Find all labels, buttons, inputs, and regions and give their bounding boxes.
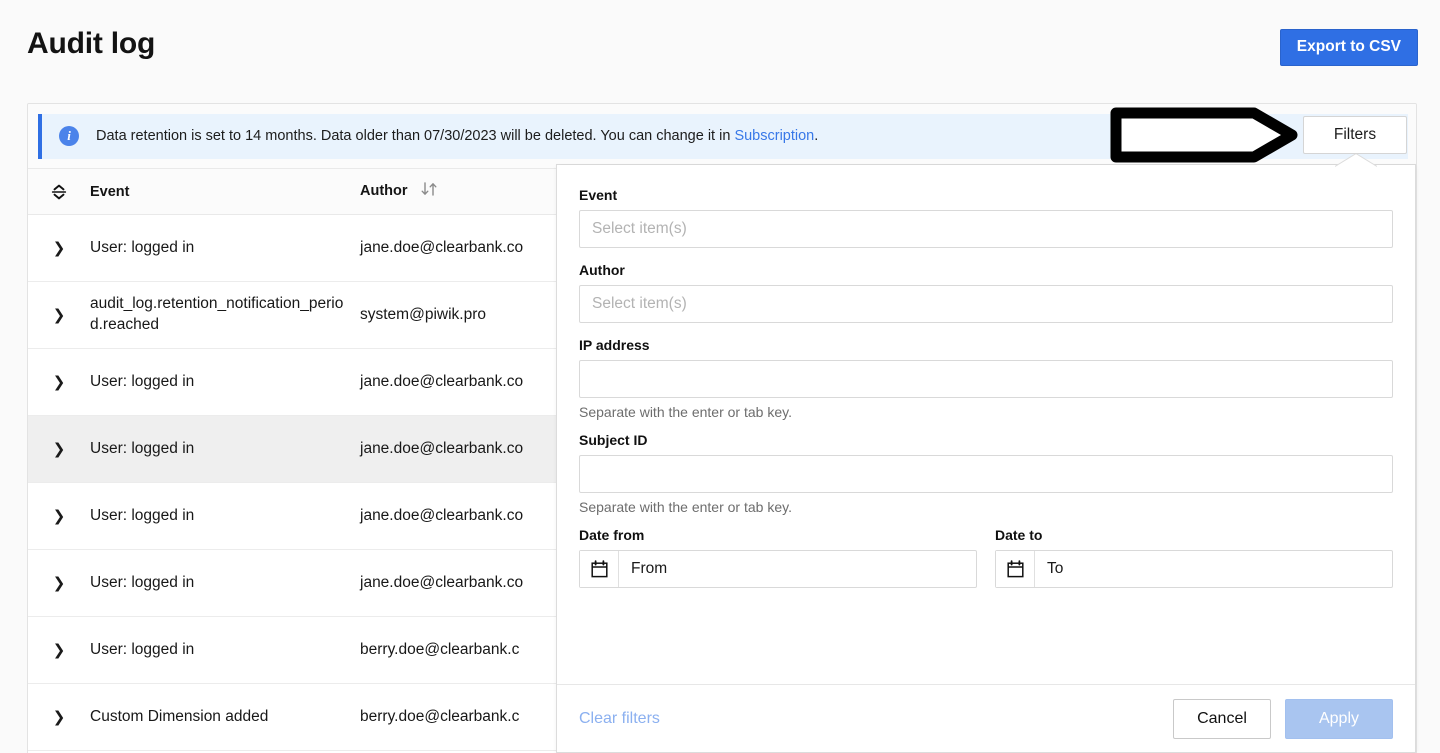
date-range-row: Date from Dat	[579, 527, 1393, 588]
cell-author-text: berry.doe@clearbank.c	[360, 640, 520, 658]
column-header-author-label: Author	[360, 183, 408, 199]
subscription-link[interactable]: Subscription	[734, 128, 814, 144]
clear-filters-button[interactable]: Clear filters	[579, 710, 660, 728]
date-to-calendar-button[interactable]	[996, 551, 1035, 587]
filters-panel-footer: Clear filters Cancel Apply	[557, 684, 1415, 752]
cell-author-text: jane.doe@clearbank.co	[360, 573, 524, 591]
cell-event-text: audit_log.retention_notification_period.…	[90, 295, 344, 333]
cell-event: User: logged in	[90, 439, 360, 460]
row-expand-toggle[interactable]: ❯	[28, 507, 90, 525]
chevron-right-icon: ❯	[52, 574, 66, 592]
cell-event: User: logged in	[90, 573, 360, 594]
field-date-from-label: Date from	[579, 527, 645, 543]
author-select-input[interactable]	[579, 285, 1393, 323]
calendar-icon	[590, 560, 608, 578]
retention-banner-text-after: .	[814, 128, 819, 144]
date-to-wrapper	[995, 550, 1393, 588]
cell-event-text: Custom Dimension added	[90, 707, 269, 725]
page-header: Audit log Export to CSV	[0, 0, 1440, 96]
cell-event-text: User: logged in	[90, 573, 195, 591]
cell-event: audit_log.retention_notification_period.…	[90, 294, 360, 336]
field-ip-address: IP address Separate with the enter or ta…	[579, 337, 1393, 420]
field-date-from: Date from	[579, 527, 977, 588]
column-header-event-label: Event	[90, 183, 130, 200]
retention-banner: i Data retention is set to 14 months. Da…	[38, 113, 1408, 159]
cell-author-text: system@piwik.pro	[360, 305, 486, 323]
cell-event-text: User: logged in	[90, 439, 195, 457]
row-expand-toggle[interactable]: ❯	[28, 373, 90, 391]
panel-pointer-triangle	[1335, 153, 1377, 167]
field-date-to: Date to	[995, 527, 1393, 588]
chevron-right-icon: ❯	[52, 239, 66, 257]
filters-panel-body: Event Author IP address Separate with th…	[557, 165, 1415, 588]
row-expand-toggle[interactable]: ❯	[28, 708, 90, 726]
cell-event: User: logged in	[90, 506, 360, 527]
date-from-calendar-button[interactable]	[580, 551, 619, 587]
cell-event-text: User: logged in	[90, 372, 195, 390]
retention-banner-wrapper: i Data retention is set to 14 months. Da…	[28, 104, 1416, 168]
cell-author-text: jane.doe@clearbank.co	[360, 439, 524, 457]
date-from-wrapper	[579, 550, 977, 588]
page-title: Audit log	[27, 27, 156, 60]
sort-arrows-icon[interactable]	[420, 182, 442, 201]
field-date-to-label: Date to	[995, 527, 1043, 543]
chevron-right-icon: ❯	[52, 708, 66, 726]
chevron-right-icon: ❯	[52, 641, 66, 659]
column-header-event[interactable]: Event	[90, 183, 360, 201]
cell-event-text: User: logged in	[90, 238, 195, 256]
cell-author-text: jane.doe@clearbank.co	[360, 372, 524, 390]
subject-id-input[interactable]	[579, 455, 1393, 493]
row-expand-toggle[interactable]: ❯	[28, 239, 90, 257]
apply-button[interactable]: Apply	[1285, 698, 1393, 739]
row-expand-toggle[interactable]: ❯	[28, 306, 90, 324]
cell-author-text: jane.doe@clearbank.co	[360, 238, 524, 256]
field-event: Event	[579, 187, 1393, 248]
field-author: Author	[579, 262, 1393, 323]
row-expand-toggle[interactable]: ❯	[28, 574, 90, 592]
event-select-input[interactable]	[579, 210, 1393, 248]
subject-id-hint: Separate with the enter or tab key.	[579, 499, 792, 515]
date-from-input[interactable]	[619, 551, 976, 587]
cell-event-text: User: logged in	[90, 640, 195, 658]
cell-event: User: logged in	[90, 238, 360, 259]
field-author-label: Author	[579, 262, 625, 278]
row-expand-toggle[interactable]: ❯	[28, 641, 90, 659]
cell-event: User: logged in	[90, 372, 360, 393]
ip-address-input[interactable]	[579, 360, 1393, 398]
cell-event: User: logged in	[90, 640, 360, 661]
chevron-right-icon: ❯	[52, 507, 66, 525]
audit-log-page: Audit log Export to CSV i Data retention…	[0, 0, 1440, 753]
filters-panel: Event Author IP address Separate with th…	[556, 165, 1416, 753]
cell-author-text: jane.doe@clearbank.co	[360, 506, 524, 524]
expand-all-toggle[interactable]	[28, 183, 90, 201]
row-expand-toggle[interactable]: ❯	[28, 440, 90, 458]
filters-panel-actions: Cancel Apply	[1173, 698, 1393, 739]
retention-banner-text: Data retention is set to 14 months. Data…	[96, 128, 818, 144]
cell-author-text: berry.doe@clearbank.c	[360, 707, 520, 725]
field-event-label: Event	[579, 187, 618, 203]
filters-button[interactable]: Filters	[1303, 116, 1407, 154]
expand-collapse-all-icon	[51, 184, 67, 199]
field-subject-id: Subject ID Separate with the enter or ta…	[579, 432, 1393, 515]
field-ip-address-label: IP address	[579, 337, 650, 353]
field-subject-id-label: Subject ID	[579, 432, 648, 448]
export-to-csv-button[interactable]: Export to CSV	[1279, 29, 1418, 66]
info-icon: i	[59, 126, 79, 146]
cancel-button[interactable]: Cancel	[1173, 698, 1271, 739]
retention-banner-text-before: Data retention is set to 14 months. Data…	[96, 128, 735, 144]
ip-address-hint: Separate with the enter or tab key.	[579, 404, 792, 420]
cell-event-text: User: logged in	[90, 506, 195, 524]
calendar-icon	[1006, 560, 1024, 578]
cell-event: Custom Dimension added	[90, 707, 360, 728]
date-to-input[interactable]	[1035, 551, 1392, 587]
chevron-right-icon: ❯	[52, 373, 66, 391]
chevron-right-icon: ❯	[52, 306, 66, 324]
chevron-right-icon: ❯	[52, 440, 66, 458]
